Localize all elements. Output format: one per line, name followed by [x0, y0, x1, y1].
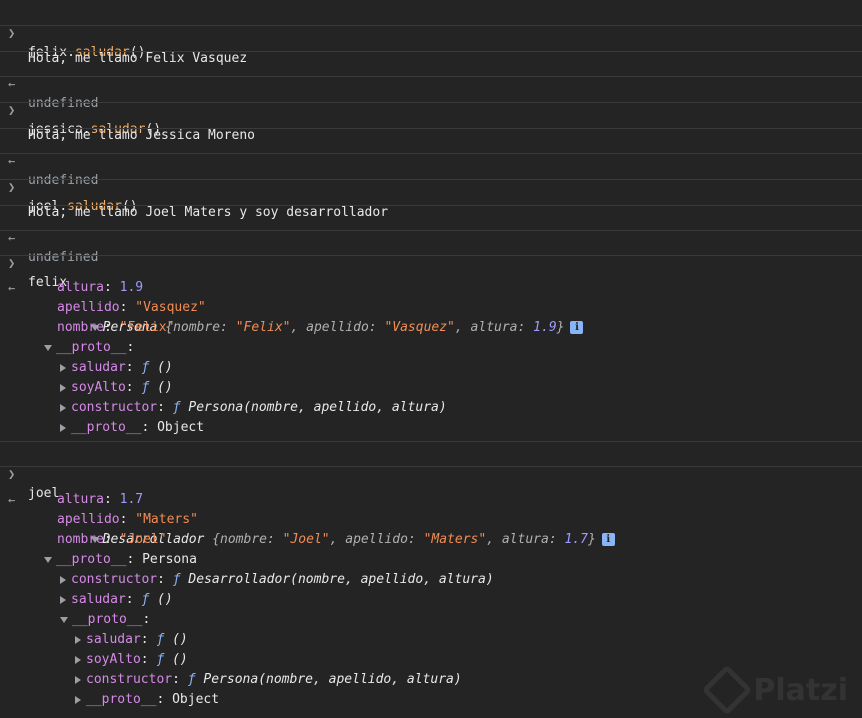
triangle-right-icon[interactable] — [60, 575, 66, 584]
property-row[interactable]: saludar: ƒ () — [75, 630, 188, 650]
console-object-result: ← Persona {nombre: "Felix", apellido: "V… — [0, 256, 862, 442]
return-arrow-icon: ← — [8, 493, 16, 507]
proto-row[interactable]: __proto__: Persona — [44, 550, 197, 570]
property-row[interactable]: constructor: ƒ Persona(nombre, apellido,… — [60, 398, 447, 418]
triangle-down-icon[interactable] — [44, 556, 52, 563]
console-log-row: Hola, me llamo Jessica Moreno — [0, 103, 862, 143]
property-row[interactable]: soyAlto: ƒ () — [75, 650, 188, 670]
console-input-row[interactable]: ❯ felix — [0, 231, 862, 290]
property-row[interactable]: __proto__: Object — [60, 418, 204, 438]
property-row: altura: 1.7 — [57, 492, 144, 507]
triangle-right-icon[interactable] — [75, 675, 81, 684]
triangle-right-icon[interactable] — [60, 403, 66, 412]
console-input-row[interactable]: ❯ joel.saludar() — [0, 154, 862, 214]
triangle-right-icon[interactable] — [60, 595, 66, 604]
property-row: nombre: "Joel" — [57, 532, 167, 547]
triangle-right-icon[interactable] — [60, 423, 66, 432]
devtools-console: ❯ felix.saludar() Hola, me llamo Felix V… — [0, 0, 862, 718]
console-result-row: ← undefined — [0, 52, 862, 111]
object-summary-row[interactable]: ← Persona {nombre: "Felix", apellido: "V… — [0, 258, 584, 335]
console-result-row: ← undefined — [0, 206, 862, 265]
console-log-row: Hola, me llamo Felix Vasquez — [0, 26, 862, 66]
console-input-row[interactable]: ❯ joel — [0, 442, 862, 501]
info-icon[interactable]: i — [601, 533, 615, 546]
property-row[interactable]: saludar: ƒ () — [60, 358, 173, 378]
triangle-right-icon[interactable] — [75, 695, 81, 704]
property-row: apellido: "Maters" — [57, 512, 198, 527]
object-summary-row[interactable]: ← Desarrollador {nombre: "Joel", apellid… — [0, 470, 615, 547]
triangle-right-icon[interactable] — [75, 635, 81, 644]
triangle-right-icon[interactable] — [60, 383, 66, 392]
console-log-row: Hola, me llamo Joel Maters y soy desarro… — [0, 180, 862, 220]
proto-row[interactable]: __proto__: — [44, 338, 134, 358]
console-input-row[interactable]: ❯ felix.saludar() — [0, 0, 862, 60]
return-arrow-icon: ← — [8, 281, 16, 295]
triangle-down-icon[interactable] — [60, 616, 68, 623]
proto-row[interactable]: __proto__: — [60, 610, 150, 630]
property-row[interactable]: __proto__: Object — [75, 690, 219, 710]
property-row[interactable]: constructor: ƒ Desarrollador(nombre, ape… — [60, 570, 494, 590]
property-row[interactable]: saludar: ƒ () — [60, 590, 173, 610]
triangle-down-icon[interactable] — [44, 344, 52, 351]
property-row: nombre: "Felix" — [57, 320, 175, 335]
console-result-row: ← undefined — [0, 129, 862, 188]
triangle-right-icon[interactable] — [60, 363, 66, 372]
property-row[interactable]: soyAlto: ƒ () — [60, 378, 173, 398]
triangle-right-icon[interactable] — [75, 655, 81, 664]
platzi-watermark: Platzi — [701, 664, 848, 716]
info-icon[interactable]: i — [570, 321, 584, 334]
property-row: apellido: "Vasquez" — [57, 300, 206, 315]
platzi-logo-icon — [701, 664, 753, 716]
console-input-row[interactable]: ❯ jessica.saludar() — [0, 77, 862, 137]
property-row[interactable]: constructor: ƒ Persona(nombre, apellido,… — [75, 670, 462, 690]
property-row: altura: 1.9 — [57, 280, 144, 295]
